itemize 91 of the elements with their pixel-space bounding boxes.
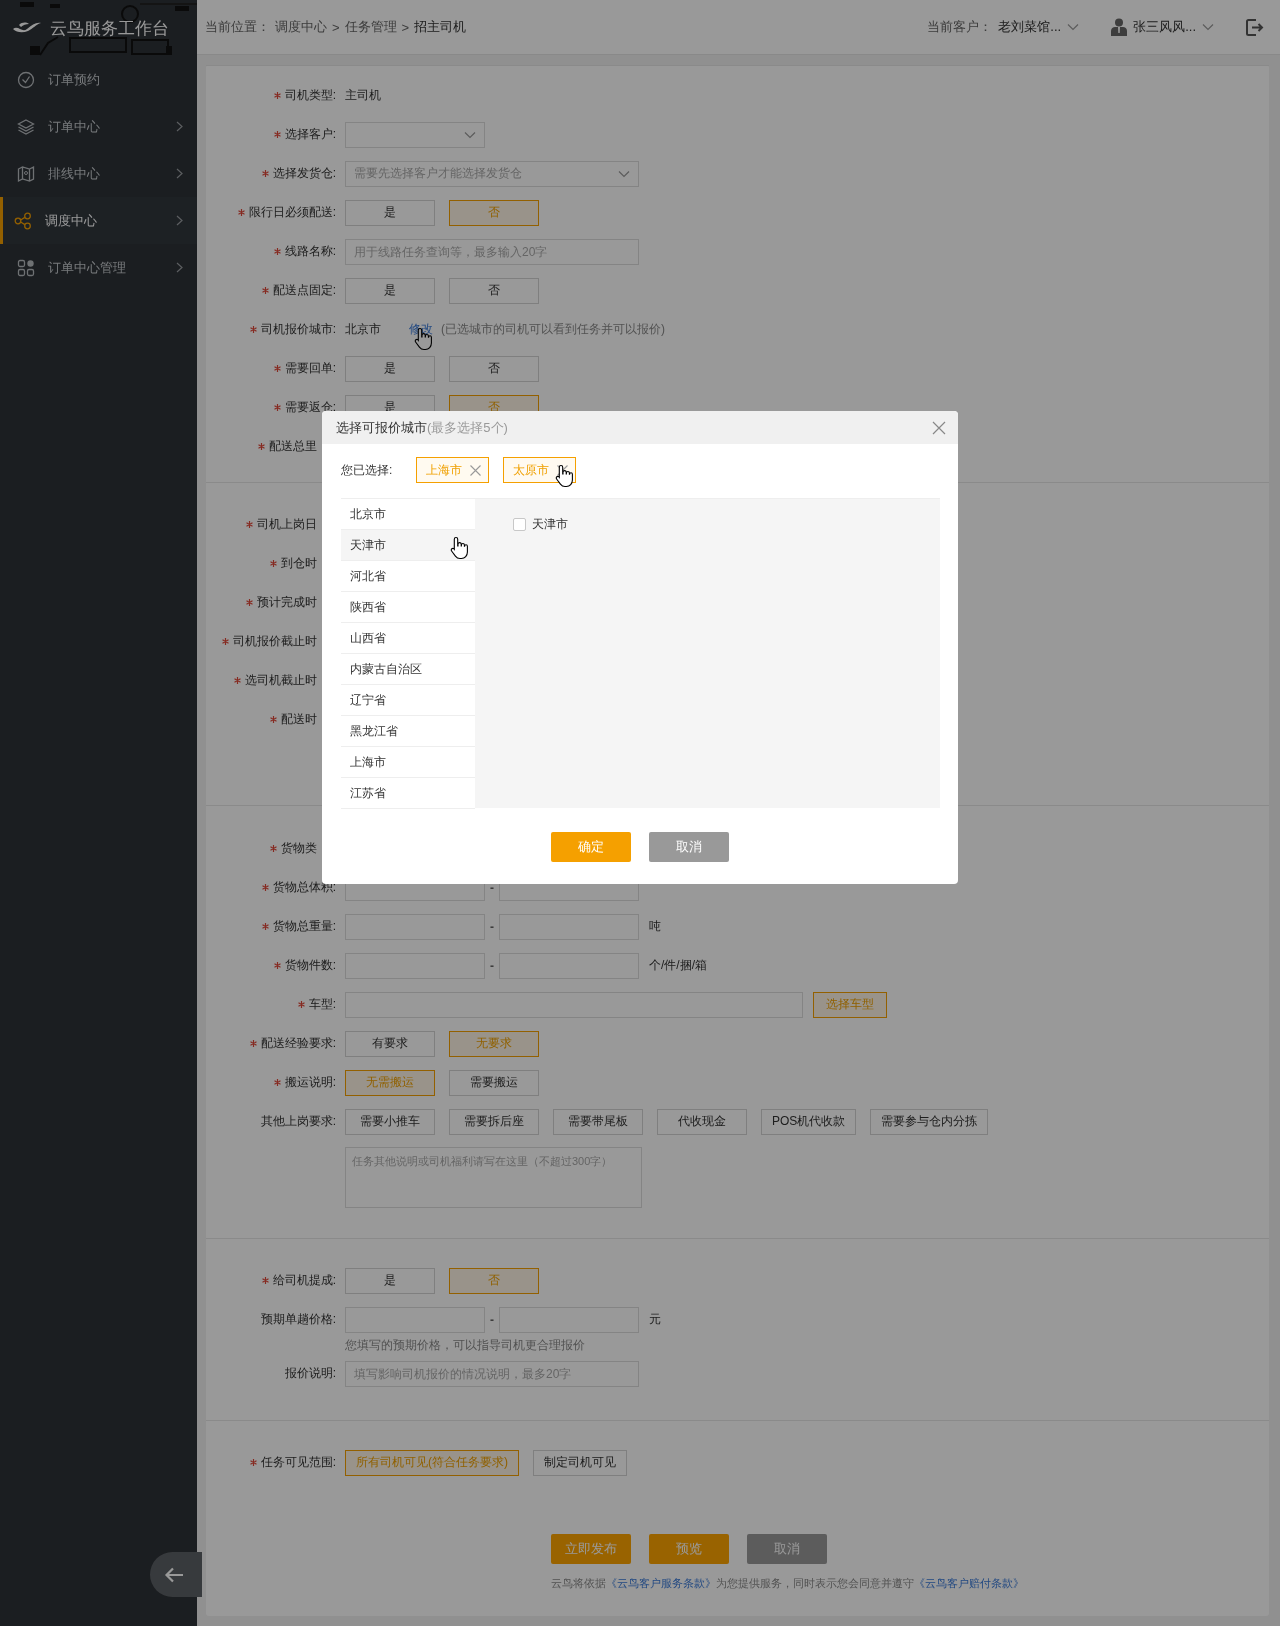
range-separator: - xyxy=(490,1312,494,1327)
form-label: 配送点固定: xyxy=(272,282,336,299)
option-button[interactable]: 需要小推车 xyxy=(345,1108,435,1135)
option-button[interactable]: 需要带尾板 xyxy=(553,1108,643,1135)
customer-label: 当前客户： xyxy=(927,18,993,36)
option-button[interactable]: 否 xyxy=(449,277,539,304)
map-icon xyxy=(17,164,35,183)
option-button[interactable]: 需要参与仓内分拣 xyxy=(870,1108,989,1135)
breadcrumb-link[interactable]: 调度中心 xyxy=(275,18,327,36)
hand-cursor-icon xyxy=(449,536,469,560)
form-label: 到仓时 xyxy=(281,555,317,572)
field-value: 主司机 xyxy=(345,87,381,104)
select-field[interactable] xyxy=(345,121,485,148)
customer-name[interactable]: 老刘菜馆... xyxy=(998,18,1062,36)
dialog-title: 选择可报价城市 xyxy=(336,418,427,437)
form-label: 货物类 xyxy=(281,840,317,857)
menu-item[interactable]: 订单预约 xyxy=(0,56,197,103)
user-name[interactable]: 张三风风... xyxy=(1133,18,1196,36)
option-button[interactable]: 是 xyxy=(345,355,435,382)
chevron-icon xyxy=(1067,23,1080,31)
option-button[interactable]: 代收现金 xyxy=(657,1108,747,1135)
logout-icon[interactable] xyxy=(1246,18,1264,36)
checkbox[interactable] xyxy=(513,518,526,531)
option-button[interactable]: 是 xyxy=(345,277,435,304)
user-icon xyxy=(1111,18,1128,36)
form-label: 司机报价城市: xyxy=(260,321,336,338)
form-label: 给司机提成: xyxy=(272,1272,336,1289)
hint-text: 您填写的预期价格，可以指导司机更合理报价 xyxy=(345,1337,585,1354)
layers-icon xyxy=(17,117,35,136)
range-separator: - xyxy=(490,958,494,973)
option-button[interactable]: 是 xyxy=(345,1267,435,1294)
form-label: 货物件数: xyxy=(284,957,336,974)
form-label: 其他上岗要求: xyxy=(260,1113,336,1130)
clock-check-icon xyxy=(17,70,35,89)
chevron-icon xyxy=(1202,23,1214,31)
unit-label: 元 xyxy=(649,1311,661,1328)
hint-text: (已选城市的司机可以看到任务并可以报价) xyxy=(441,321,665,338)
option-button[interactable]: 否 xyxy=(449,355,539,382)
province-item[interactable]: 天津市 xyxy=(341,530,475,561)
form-label: 货物总重量: xyxy=(272,918,336,935)
form-label: 任务可见范围: xyxy=(260,1454,336,1471)
form-label: 配送总里 xyxy=(269,438,317,455)
range-separator: - xyxy=(490,919,494,934)
form-label: 预期单趟价格: xyxy=(260,1311,336,1328)
form-label: 车型: xyxy=(308,996,336,1013)
form-label: 线路名称: xyxy=(284,243,336,260)
option-button[interactable]: POS机代收款 xyxy=(761,1108,857,1135)
dialog-subtitle: (最多选择5个) xyxy=(427,418,509,437)
close-icon[interactable] xyxy=(557,464,569,476)
menu-item[interactable]: 排线中心 xyxy=(0,150,197,197)
option-button[interactable]: 制定司机可见 xyxy=(533,1449,627,1476)
form-label: 搬运说明: xyxy=(284,1074,336,1091)
form-label: 司机上岗日 xyxy=(257,516,317,533)
breadcrumb-label: 当前位置： xyxy=(205,18,270,36)
brand-title: 云鸟服务工作台 xyxy=(50,17,169,40)
selected-label: 您已选择: xyxy=(341,461,393,479)
form-label: 需要回单: xyxy=(284,360,336,377)
terms-text: 云鸟将依据《云鸟客户服务条款》为您提供服务，同时表示您会同意并遵守《云鸟客户赔付条款》 xyxy=(551,1576,1025,1591)
breadcrumb-link[interactable]: 任务管理 xyxy=(344,18,397,36)
checkbox-label[interactable]: 天津市 xyxy=(532,516,568,533)
grid-icon xyxy=(17,258,35,277)
option-button[interactable]: 有要求 xyxy=(345,1030,435,1057)
form-label: 选司机截止时 xyxy=(245,672,317,689)
option-button[interactable]: 是 xyxy=(345,199,435,226)
chevron-icon xyxy=(618,169,630,178)
terms-link[interactable]: 《云鸟客户赔付条款》 xyxy=(914,1577,1024,1589)
chevron-icon xyxy=(464,130,476,139)
range-separator: - xyxy=(490,880,494,895)
form-label: 配送时 xyxy=(281,711,317,728)
form-label: 配送经验要求: xyxy=(260,1035,336,1052)
terms-link[interactable]: 《云鸟客户服务条款》 xyxy=(606,1577,716,1589)
breadcrumb-separator: > xyxy=(401,19,410,35)
nodes-icon xyxy=(14,211,32,230)
form-label: 司机类型: xyxy=(284,87,336,104)
menu-item[interactable]: 订单中心管理 xyxy=(0,244,197,291)
form-label: 报价说明: xyxy=(284,1365,336,1382)
back-button[interactable] xyxy=(150,1552,202,1597)
form-label: 选择发货仓: xyxy=(272,165,336,182)
form-label: 限行日必须配送: xyxy=(248,204,336,221)
menu-item[interactable]: 订单中心 xyxy=(0,103,197,150)
breadcrumb-current: 招主司机 xyxy=(414,18,467,36)
arrow-left-icon xyxy=(164,1566,184,1583)
field-value: 北京市 xyxy=(345,321,381,338)
form-label: 司机报价截止时 xyxy=(233,633,317,650)
form-label: 选择客户: xyxy=(284,126,336,143)
unit-label: 吨 xyxy=(649,918,661,935)
unit-label: 个/件/捆/箱 xyxy=(649,957,707,974)
option-button[interactable]: 需要搬运 xyxy=(449,1069,539,1096)
option-button[interactable]: 需要拆后座 xyxy=(449,1108,539,1135)
breadcrumb-separator: > xyxy=(332,19,340,35)
form-label: 预计完成时 xyxy=(257,594,317,611)
